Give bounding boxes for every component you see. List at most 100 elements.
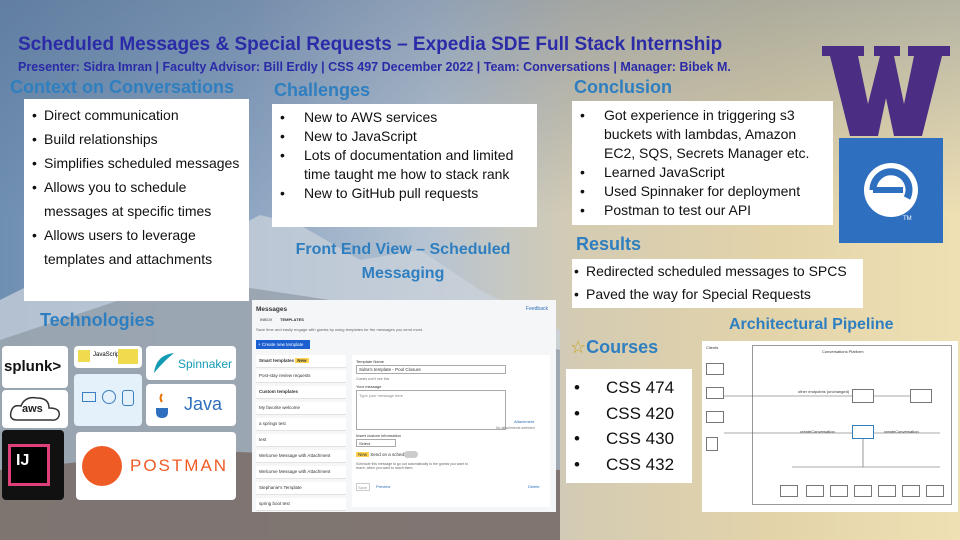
computer-icon xyxy=(82,392,96,402)
database-icon xyxy=(122,390,134,406)
conclusion-item: Postman to test our API xyxy=(572,201,829,220)
no-attachments-text: No attachments selected xyxy=(496,426,535,430)
insert-select[interactable]: Select xyxy=(356,439,396,447)
template-list-item[interactable]: spring boot test xyxy=(256,498,346,511)
template-name-label: Template Name xyxy=(356,359,385,364)
poster-subtitle: Presenter: Sidra Imran | Faculty Advisor… xyxy=(18,60,731,74)
postman-label: POSTMAN xyxy=(130,456,229,475)
template-list-item[interactable]: a springs test xyxy=(256,418,346,431)
postman-icon xyxy=(82,446,122,486)
smart-templates-heading: Smart templates New xyxy=(256,355,346,368)
java-cup-icon xyxy=(156,393,168,418)
template-list-item[interactable]: My favorite welcome xyxy=(256,402,346,415)
js-editor-icon xyxy=(118,349,138,364)
conclusion-list: Got experience in triggering s3 buckets … xyxy=(572,106,829,220)
shot-feedback-link[interactable]: Feedback xyxy=(526,306,548,312)
conclusion-heading: Conclusion xyxy=(574,77,672,97)
svg-text:TM: TM xyxy=(903,216,912,222)
poster-title: Scheduled Messages & Special Requests – … xyxy=(18,34,723,55)
custom-templates-heading: Custom templates xyxy=(256,386,346,399)
template-list-item[interactable]: test xyxy=(256,434,346,447)
schedule-toggle-row: New Send on a schedule xyxy=(356,452,411,457)
courses-list: CSS 474 CSS 420 CSS 430 CSS 432 xyxy=(566,375,692,477)
new-badge: New xyxy=(356,452,370,457)
message-textarea[interactable]: Type your message here xyxy=(356,390,506,430)
downstream-box xyxy=(902,485,920,497)
template-name-input[interactable]: Sidra's template - Pool Closure xyxy=(356,365,506,374)
java-logo: Java xyxy=(146,384,236,426)
conclusion-panel: Got experience in triggering s3 buckets … xyxy=(572,101,833,225)
downstream-box xyxy=(780,485,798,497)
create-template-button[interactable]: + Create new template xyxy=(256,340,310,349)
conclusion-item: Used Spinnaker for deployment xyxy=(572,182,829,201)
insert-label: Insert custom information xyxy=(356,433,401,438)
cloud-icon xyxy=(102,390,116,404)
context-item: Allows users to leverage templates and a… xyxy=(30,223,245,271)
challenges-item: New to JavaScript xyxy=(272,127,533,146)
save-button[interactable]: Save xyxy=(356,483,370,491)
splunk-logo: splunk> xyxy=(2,346,68,388)
context-heading: Context on Conversations xyxy=(10,77,235,97)
frontend-heading: Front End View – Scheduled Messaging xyxy=(295,241,511,282)
courses-panel: CSS 474 CSS 420 CSS 430 CSS 432 xyxy=(566,369,692,483)
javascript-label: JavaScript xyxy=(93,352,122,358)
context-item: Simplifies scheduled messages xyxy=(30,151,245,175)
architecture-diagram: Clients Conversations Platform other end… xyxy=(702,341,958,512)
aws-logo: aws xyxy=(2,390,68,428)
results-heading: Results xyxy=(576,234,642,254)
shot-title: Messages xyxy=(256,306,288,313)
frontend-screenshot: Messages Feedback INBOX TEMPLATES Save t… xyxy=(252,300,556,512)
downstream-box xyxy=(878,485,896,497)
shot-tab-templates[interactable]: TEMPLATES xyxy=(280,317,304,322)
context-item: Direct communication xyxy=(30,103,245,127)
js-icon xyxy=(78,350,90,362)
course-item: CSS 432 xyxy=(566,452,692,478)
context-item: Allows you to schedule messages at speci… xyxy=(30,175,245,223)
java-label: Java xyxy=(184,394,223,414)
guests-note: Guests won't see this. xyxy=(356,377,391,381)
aws-label: aws xyxy=(22,403,43,415)
architecture-tech-icons xyxy=(74,374,142,426)
template-list-item[interactable]: Post-stay review requests xyxy=(256,370,346,383)
preview-button[interactable]: Preview xyxy=(376,484,390,489)
spinnaker-label: Spinnaker xyxy=(178,357,233,371)
challenges-panel: New to AWS services New to JavaScript Lo… xyxy=(272,104,537,227)
expedia-logo: TM xyxy=(839,138,943,243)
template-editor: Template Name Sidra's template - Pool Cl… xyxy=(352,355,550,507)
challenges-list: New to AWS services New to JavaScript Lo… xyxy=(272,108,533,203)
template-list-item[interactable]: Stephanie's Template xyxy=(256,482,346,495)
conclusion-item: Got experience in triggering s3 buckets … xyxy=(572,106,829,163)
results-item: Redirected scheduled messages to SPCS xyxy=(572,260,859,283)
template-list-item[interactable]: Welcome Message with Attachment xyxy=(256,466,346,479)
results-panel: Redirected scheduled messages to SPCS Pa… xyxy=(572,259,863,308)
course-item: CSS 474 xyxy=(566,375,692,401)
course-item: CSS 420 xyxy=(566,401,692,427)
intellij-label: IJ xyxy=(16,452,30,469)
spinnaker-logo: Spinnaker xyxy=(146,346,236,380)
postman-logo: POSTMAN xyxy=(76,432,236,500)
downstream-box xyxy=(830,485,848,497)
context-list: Direct communication Build relationships… xyxy=(30,103,245,271)
context-panel: Direct communication Build relationships… xyxy=(24,99,249,301)
expedia-e-icon: TM xyxy=(864,163,918,222)
shot-description: Save time and easily engage with guests … xyxy=(256,327,423,332)
challenges-item: New to GitHub pull requests xyxy=(272,184,533,203)
architecture-heading: Architectural Pipeline xyxy=(729,316,894,333)
delete-button[interactable]: Delete xyxy=(528,484,540,489)
results-item: Paved the way for Special Requests xyxy=(572,283,859,306)
context-item: Build relationships xyxy=(30,127,245,151)
schedule-toggle[interactable] xyxy=(404,451,418,458)
course-item: CSS 430 xyxy=(566,426,692,452)
downstream-box xyxy=(926,485,944,497)
challenges-item: New to AWS services xyxy=(272,108,533,127)
challenges-heading: Challenges xyxy=(274,80,371,100)
template-list-item[interactable]: Welcome Message with Attachment xyxy=(256,450,346,463)
javascript-logo: JavaScript xyxy=(74,346,142,368)
uw-w-logo xyxy=(822,46,950,136)
courses-heading: ☆Courses xyxy=(570,337,659,357)
spinnaker-icon xyxy=(154,353,174,373)
conclusion-item: Learned JavaScript xyxy=(572,163,829,182)
shot-tab-inbox[interactable]: INBOX xyxy=(260,317,272,322)
attachment-link[interactable]: Attachment xyxy=(514,419,534,424)
intellij-logo: IJ xyxy=(2,430,64,500)
